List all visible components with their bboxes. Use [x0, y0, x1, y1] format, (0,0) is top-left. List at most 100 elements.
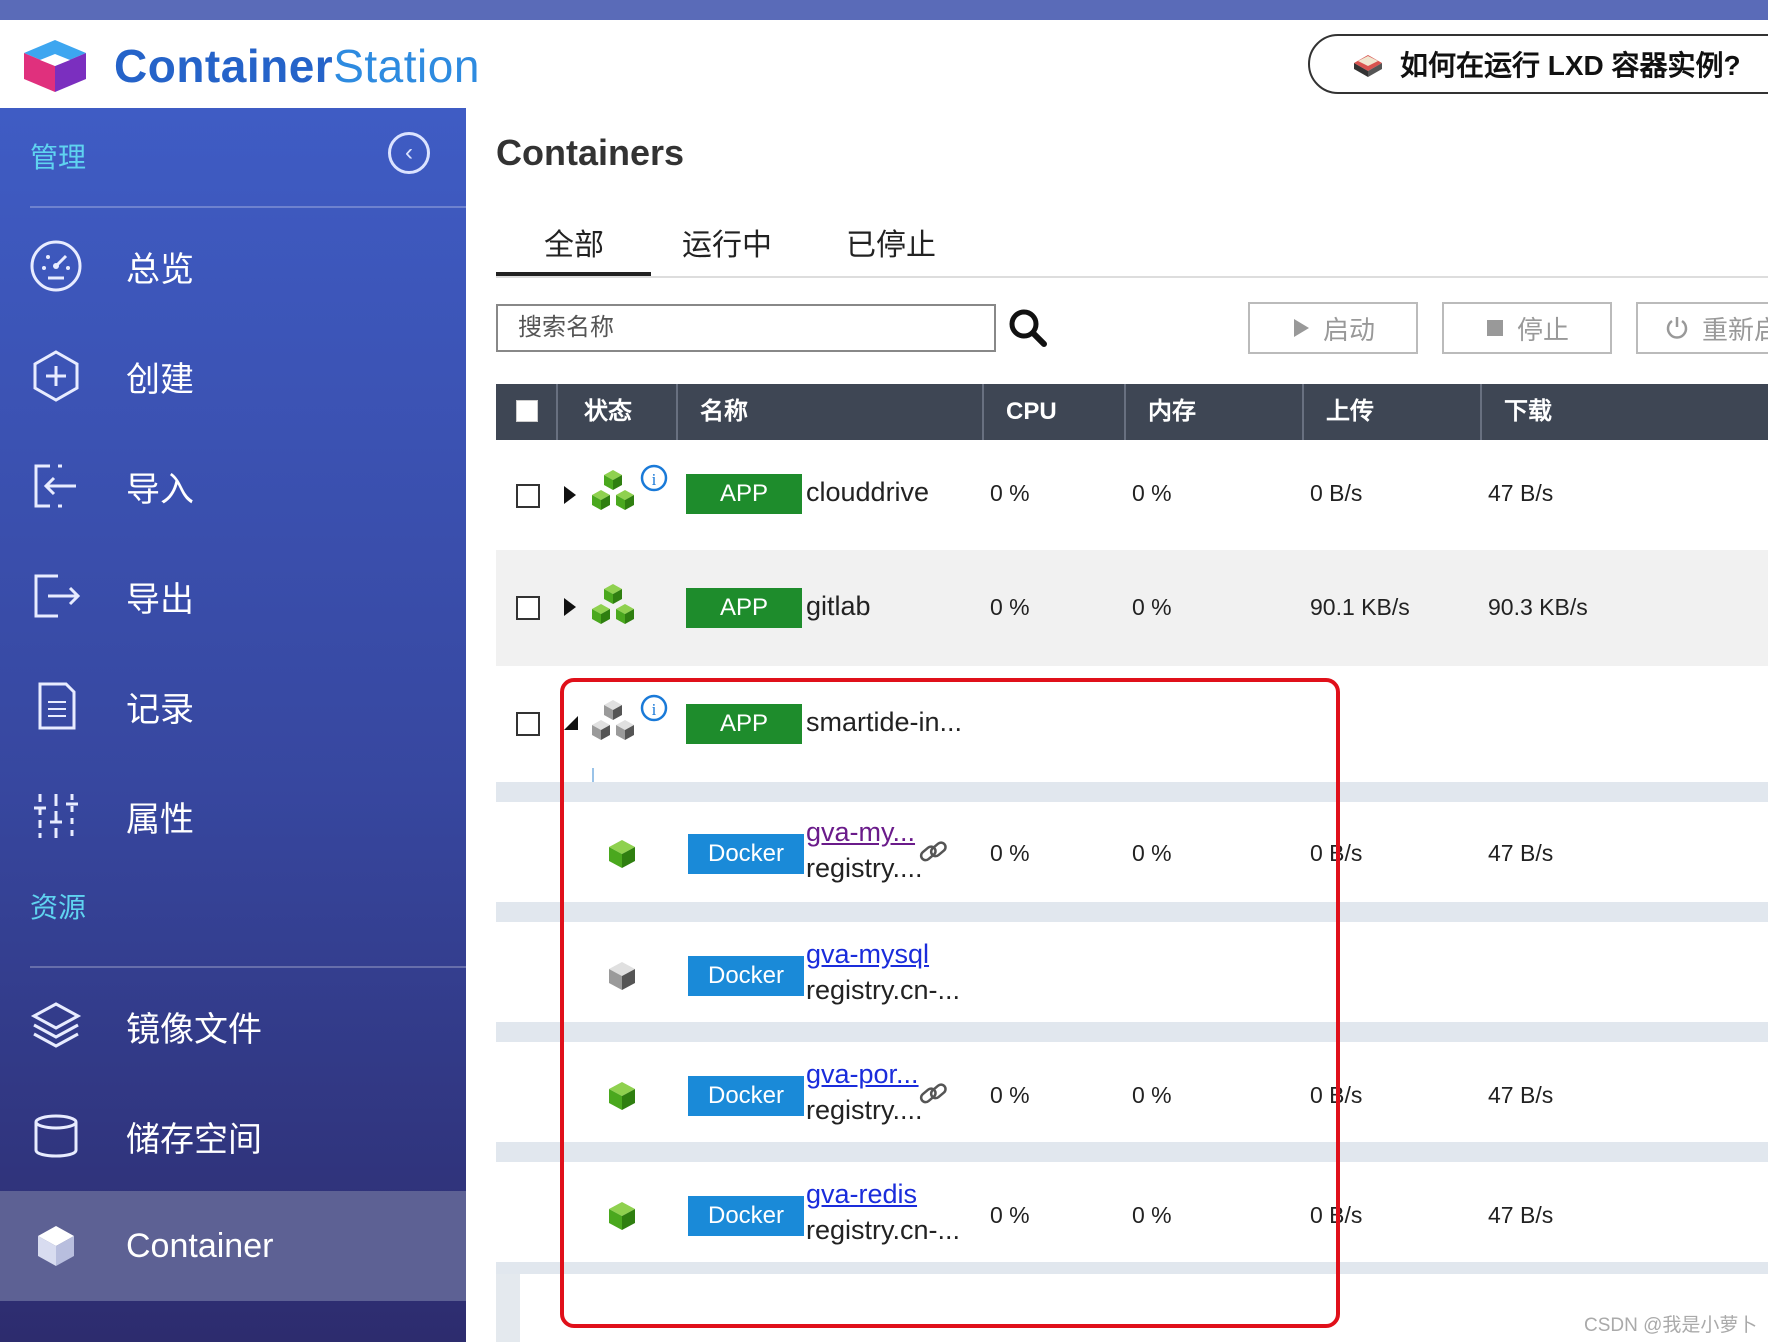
sidebar-item-log[interactable]: 记录 — [0, 651, 466, 761]
svg-text:i: i — [652, 470, 657, 489]
logo-part2: Station — [333, 40, 480, 92]
sidebar-item-images[interactable]: 镜像文件 — [0, 971, 466, 1081]
sidebar-item-storage[interactable]: 储存空间 — [0, 1081, 466, 1191]
cpu-value: 0 % — [990, 840, 1030, 866]
container-name: smartide-in... — [806, 707, 963, 737]
table-row[interactable]: Docker gva-redis registry.cn-... 0 % 0 %… — [496, 1162, 1768, 1262]
upload-value: 0 B/s — [1310, 1202, 1363, 1228]
sidebar-item-properties[interactable]: 属性 — [0, 761, 466, 871]
table-row[interactable]: APP gitlab 0 % 0 % 90.1 KB/s 90.3 KB/s — [496, 550, 1768, 666]
layers-icon — [26, 996, 86, 1056]
row-checkbox[interactable] — [516, 596, 540, 620]
row-separator — [496, 1262, 1768, 1274]
container-link[interactable]: gva-my... — [806, 817, 915, 848]
app-badge: APP — [686, 474, 802, 514]
page-title: Containers — [496, 132, 685, 173]
docker-cube-icon — [609, 962, 635, 990]
app-cubes-icon — [592, 470, 634, 510]
table-row[interactable]: i APP clouddrive 0 % 0 % 0 B/s 47 B/s — [496, 440, 1768, 550]
search-icon[interactable] — [1006, 306, 1050, 350]
column-header-upload[interactable]: 上传 — [1326, 384, 1374, 440]
sidebar-item-label: 记录 — [126, 690, 194, 729]
sidebar-item-overview[interactable]: 总览 — [0, 211, 466, 321]
stop-button[interactable]: 停止 — [1442, 302, 1612, 354]
info-icon[interactable]: i — [640, 694, 668, 722]
stop-label: 停止 — [1516, 314, 1569, 345]
watermark: CSDN @我是小萝卜 — [1584, 1315, 1758, 1336]
sidebar-item-import[interactable]: 导入 — [0, 431, 466, 541]
sidebar-item-label: 镜像文件 — [126, 1010, 262, 1049]
app-header: ContainerStation 如何在运行 LXD 容器实例? — [0, 20, 1768, 108]
sidebar-divider — [30, 966, 466, 968]
container-name: clouddrive — [806, 477, 930, 507]
download-value: 47 B/s — [1488, 480, 1554, 506]
lxd-help-button[interactable]: 如何在运行 LXD 容器实例? — [1308, 34, 1768, 94]
row-separator — [496, 1022, 1768, 1042]
column-header-name[interactable]: 名称 — [700, 384, 748, 440]
svg-text:i: i — [652, 700, 657, 719]
column-header-cpu[interactable]: CPU — [1006, 384, 1057, 440]
sidebar-item-container[interactable]: Container — [0, 1191, 466, 1301]
column-separator — [676, 384, 678, 440]
help-text: 如何在运行 LXD 容器实例? — [1400, 50, 1741, 81]
column-header-status[interactable]: 状态 — [584, 384, 632, 440]
sliders-icon — [26, 786, 86, 846]
column-separator — [556, 384, 558, 440]
memory-value: 0 % — [1132, 594, 1172, 620]
expand-arrow-icon[interactable] — [562, 596, 578, 618]
start-button[interactable]: 启动 — [1248, 302, 1418, 354]
link-icon[interactable] — [916, 836, 950, 868]
collapse-arrow-icon[interactable] — [562, 714, 580, 732]
image-name: registry.... — [806, 1095, 923, 1125]
table-header: 状态 名称 CPU 内存 上传 下载 — [496, 384, 1768, 440]
sidebar-item-export[interactable]: 导出 — [0, 541, 466, 651]
select-all-checkbox[interactable] — [516, 400, 538, 422]
table-row[interactable]: Docker gva-mysql registry.cn-... — [496, 922, 1768, 1022]
app-cubes-icon — [592, 584, 634, 624]
upload-value: 0 B/s — [1310, 840, 1363, 866]
column-header-memory[interactable]: 内存 — [1148, 384, 1196, 440]
play-icon — [1291, 317, 1311, 339]
container-link[interactable]: gva-mysql — [806, 939, 929, 970]
tab-running[interactable]: 运行中 — [682, 220, 772, 264]
sidebar: 管理 ‹ 总览 创建 导入 导出 记录 属性 资源 镜像文件 储存空间 Cont… — [0, 108, 466, 1342]
start-label: 启动 — [1322, 314, 1375, 345]
column-separator — [1302, 384, 1304, 440]
plus-circle-icon — [26, 346, 86, 406]
collapse-sidebar-button[interactable]: ‹ — [388, 132, 430, 174]
download-value: 47 B/s — [1488, 1202, 1554, 1228]
row-separator — [496, 1142, 1768, 1162]
tab-all[interactable]: 全部 — [544, 220, 604, 264]
row-checkbox[interactable] — [516, 712, 540, 736]
docker-badge: Docker — [688, 1196, 804, 1236]
tab-bar: 全部 运行中 已停止 — [496, 212, 1768, 278]
column-separator — [1480, 384, 1482, 440]
table-row[interactable]: i APP smartide-in... — [496, 666, 1768, 782]
table-row[interactable]: Docker gva-por... registry.... 0 % 0 % 0… — [496, 1042, 1768, 1142]
container-link[interactable]: gva-redis — [806, 1179, 917, 1210]
expand-arrow-icon[interactable] — [562, 484, 578, 506]
section-resources: 资源 — [30, 892, 87, 923]
column-header-download[interactable]: 下载 — [1504, 384, 1552, 440]
row-checkbox[interactable] — [516, 484, 540, 508]
restart-button[interactable]: 重新启 — [1636, 302, 1768, 354]
download-value: 90.3 KB/s — [1488, 594, 1588, 620]
log-icon — [26, 676, 86, 736]
restart-label: 重新启 — [1702, 314, 1768, 345]
memory-value: 0 % — [1132, 840, 1172, 866]
container-link[interactable]: gva-por... — [806, 1059, 919, 1090]
docker-badge: Docker — [688, 956, 804, 996]
tab-stopped[interactable]: 已停止 — [846, 220, 936, 264]
cpu-value: 0 % — [990, 1202, 1030, 1228]
sidebar-item-create[interactable]: 创建 — [0, 321, 466, 431]
info-icon[interactable]: i — [640, 464, 668, 492]
search-input[interactable] — [496, 304, 996, 352]
sidebar-item-label: 储存空间 — [126, 1120, 262, 1159]
link-icon[interactable] — [916, 1078, 950, 1110]
book-icon — [1354, 55, 1382, 77]
cube-icon — [26, 1216, 86, 1276]
table-row[interactable]: Docker gva-my... registry.... 0 % 0 % 0 … — [496, 802, 1768, 902]
cpu-value: 0 % — [990, 1082, 1030, 1108]
chevron-left-icon: ‹ — [405, 139, 413, 166]
memory-value: 0 % — [1132, 1082, 1172, 1108]
